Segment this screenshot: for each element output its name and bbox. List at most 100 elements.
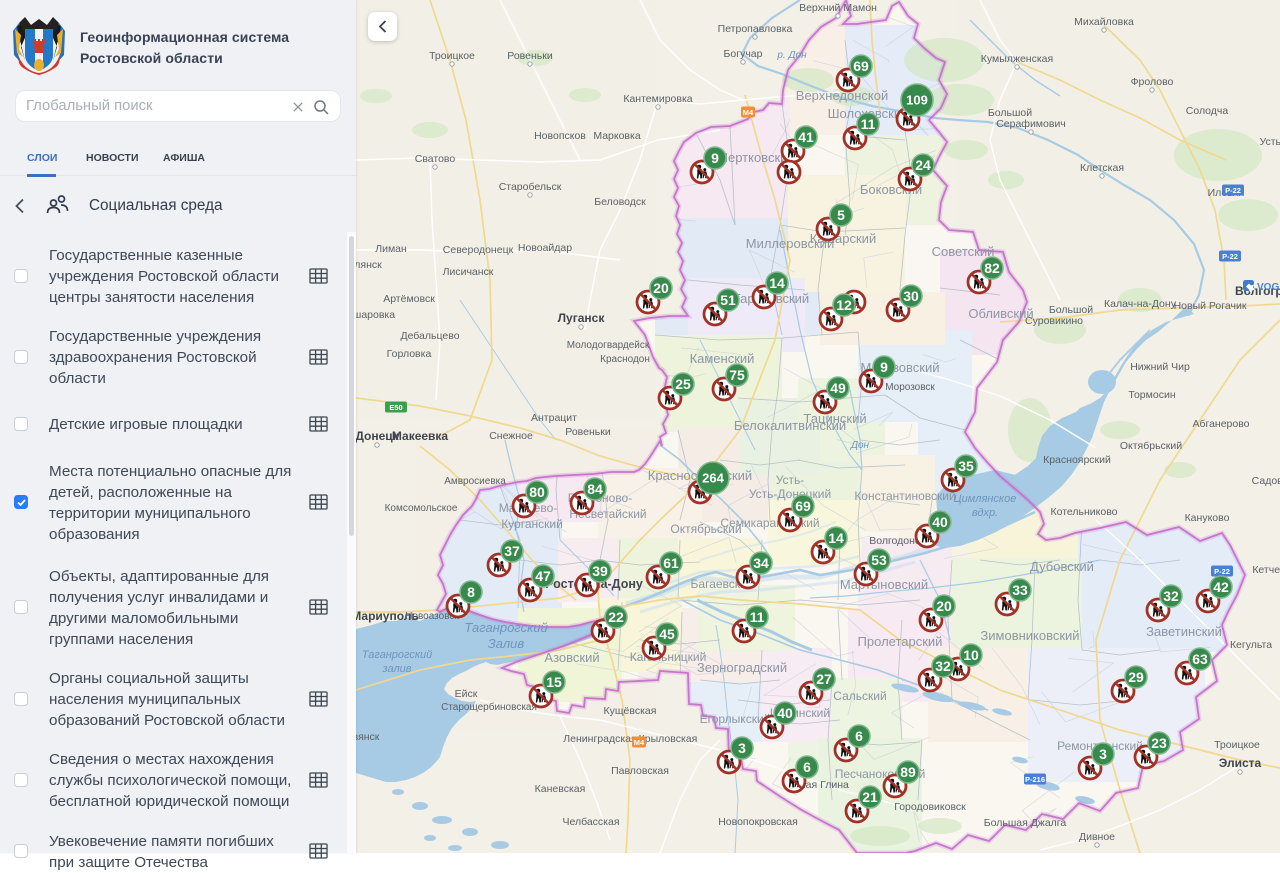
svg-text:Суровикино: Суровикино <box>1025 315 1083 327</box>
svg-text:Котельниково: Котельниково <box>1050 506 1117 518</box>
svg-text:Р-22: Р-22 <box>1222 252 1238 261</box>
svg-text:Курганский: Курганский <box>501 517 563 531</box>
svg-text:Семикаракорский: Семикаракорский <box>720 516 819 530</box>
svg-text:Кантемировка: Кантемировка <box>623 93 692 105</box>
svg-text:40: 40 <box>777 705 793 721</box>
svg-text:Северодонецк: Северодонецк <box>443 244 514 256</box>
svg-text:Дубовский: Дубовский <box>1030 559 1094 574</box>
svg-text:Морозовск: Морозовск <box>885 382 935 393</box>
svg-text:5: 5 <box>837 207 845 223</box>
svg-text:89: 89 <box>900 764 916 780</box>
svg-text:29: 29 <box>1128 669 1144 685</box>
svg-text:Пролетарский: Пролетарский <box>858 634 943 649</box>
svg-text:Зерноградский: Зерноградский <box>697 660 787 675</box>
svg-text:М4: М4 <box>743 108 754 117</box>
svg-text:залив: залив <box>381 663 411 675</box>
svg-text:69: 69 <box>795 498 811 514</box>
svg-text:80: 80 <box>529 484 545 500</box>
svg-text:49: 49 <box>830 380 846 396</box>
svg-text:Азовский: Азовский <box>544 650 599 665</box>
svg-text:75: 75 <box>729 367 745 383</box>
svg-text:Заветинский: Заветинский <box>1146 624 1222 639</box>
svg-text:35: 35 <box>958 458 974 474</box>
svg-text:Ейск: Ейск <box>455 688 478 700</box>
svg-text:Верхний Мамон: Верхний Мамон <box>799 2 877 14</box>
svg-text:32: 32 <box>1163 588 1179 604</box>
svg-text:20: 20 <box>653 280 669 296</box>
svg-text:Абганерово: Абганерово <box>1192 418 1249 430</box>
svg-text:Усть-Донецкий: Усть-Донецкий <box>749 487 831 501</box>
svg-text:Кумылженская: Кумылженская <box>981 53 1053 65</box>
svg-text:Зимовниковский: Зимовниковский <box>980 628 1079 643</box>
svg-text:лянск: лянск <box>356 259 382 271</box>
svg-text:33: 33 <box>1012 582 1028 598</box>
svg-text:10: 10 <box>963 647 979 663</box>
svg-text:39: 39 <box>592 563 608 579</box>
svg-text:Артёмовск: Артёмовск <box>383 293 435 305</box>
svg-text:Октябрьский: Октябрьский <box>1120 440 1182 452</box>
svg-text:109: 109 <box>906 93 928 108</box>
svg-text:Солодча: Солодча <box>1186 105 1229 117</box>
svg-text:3: 3 <box>1099 746 1107 762</box>
svg-text:Советский: Советский <box>932 244 995 259</box>
svg-text:Кетчене: Кетчене <box>1252 564 1280 576</box>
svg-text:Лиман: Лиман <box>375 243 407 255</box>
svg-text:Новоайдар: Новоайдар <box>518 242 572 254</box>
svg-text:Ровеньки: Ровеньки <box>565 426 611 438</box>
svg-text:Е50: Е50 <box>389 403 402 412</box>
svg-text:51: 51 <box>720 292 736 308</box>
svg-text:27: 27 <box>816 671 832 687</box>
svg-text:Егорлыкский: Егорлыкский <box>700 712 771 726</box>
svg-text:11: 11 <box>861 116 876 132</box>
svg-text:9: 9 <box>711 150 719 166</box>
svg-text:25: 25 <box>675 376 691 392</box>
svg-text:Новый Рогачик: Новый Рогачик <box>1174 300 1247 312</box>
svg-text:Кануково: Кануково <box>1185 512 1230 524</box>
svg-text:шаровка: шаровка <box>356 309 395 321</box>
svg-text:23: 23 <box>1151 735 1167 751</box>
svg-text:Снежное: Снежное <box>489 430 533 442</box>
svg-text:Тормосин: Тормосин <box>1128 389 1175 401</box>
svg-text:Фролово: Фролово <box>1131 76 1174 88</box>
svg-text:14: 14 <box>769 275 785 291</box>
svg-text:Каменский: Каменский <box>690 351 755 366</box>
svg-text:Белокалитвинский: Белокалитвинский <box>734 418 846 433</box>
svg-text:Петропавловка: Петропавловка <box>718 23 793 35</box>
svg-text:Калач-на-Дону: Калач-на-Дону <box>1104 298 1177 310</box>
svg-text:9: 9 <box>880 359 888 375</box>
svg-text:37: 37 <box>504 543 520 559</box>
svg-text:Усть-: Усть- <box>776 473 805 487</box>
svg-text:34: 34 <box>753 555 769 571</box>
svg-text:Таганрогский: Таганрогский <box>464 620 547 635</box>
svg-text:Молодогвардейск: Молодогвардейск <box>567 340 650 351</box>
svg-text:22: 22 <box>608 609 624 625</box>
svg-text:Крыловская: Крыловская <box>639 733 698 745</box>
svg-text:Луганск: Луганск <box>558 311 606 325</box>
svg-text:Серафимович: Серафимович <box>996 118 1066 130</box>
svg-text:Р-216: Р-216 <box>1025 775 1045 784</box>
svg-text:Ленинградская: Ленинградская <box>563 733 636 745</box>
svg-text:61: 61 <box>663 555 679 571</box>
svg-text:Дон: Дон <box>850 440 870 451</box>
svg-text:41: 41 <box>798 129 814 145</box>
svg-text:Большая Джалга: Большая Джалга <box>984 817 1067 829</box>
svg-text:Константиновский: Константиновский <box>854 489 955 503</box>
svg-text:Нижний Чир: Нижний Чир <box>1130 361 1190 373</box>
svg-text:63: 63 <box>1192 651 1208 667</box>
svg-text:Таганрогский: Таганрогский <box>362 649 433 661</box>
svg-text:Цимлянское: Цимлянское <box>954 493 1017 505</box>
svg-text:М4: М4 <box>634 738 645 747</box>
svg-text:20: 20 <box>936 598 952 614</box>
svg-text:45: 45 <box>659 626 675 642</box>
svg-text:84: 84 <box>587 481 603 497</box>
svg-text:Кегульта: Кегульта <box>1230 639 1272 651</box>
svg-text:Красноярский: Красноярский <box>1043 454 1111 466</box>
svg-text:Ровеньки: Ровеньки <box>507 50 553 62</box>
svg-text:Р-22: Р-22 <box>1214 567 1230 576</box>
svg-text:вянск: вянск <box>356 731 380 743</box>
svg-text:14: 14 <box>828 530 844 546</box>
svg-text:Новопсков: Новопсков <box>534 130 586 142</box>
svg-text:Кагальницкий: Кагальницкий <box>630 650 707 664</box>
svg-text:Усть-: Усть- <box>1260 136 1280 148</box>
svg-text:40: 40 <box>932 514 948 530</box>
